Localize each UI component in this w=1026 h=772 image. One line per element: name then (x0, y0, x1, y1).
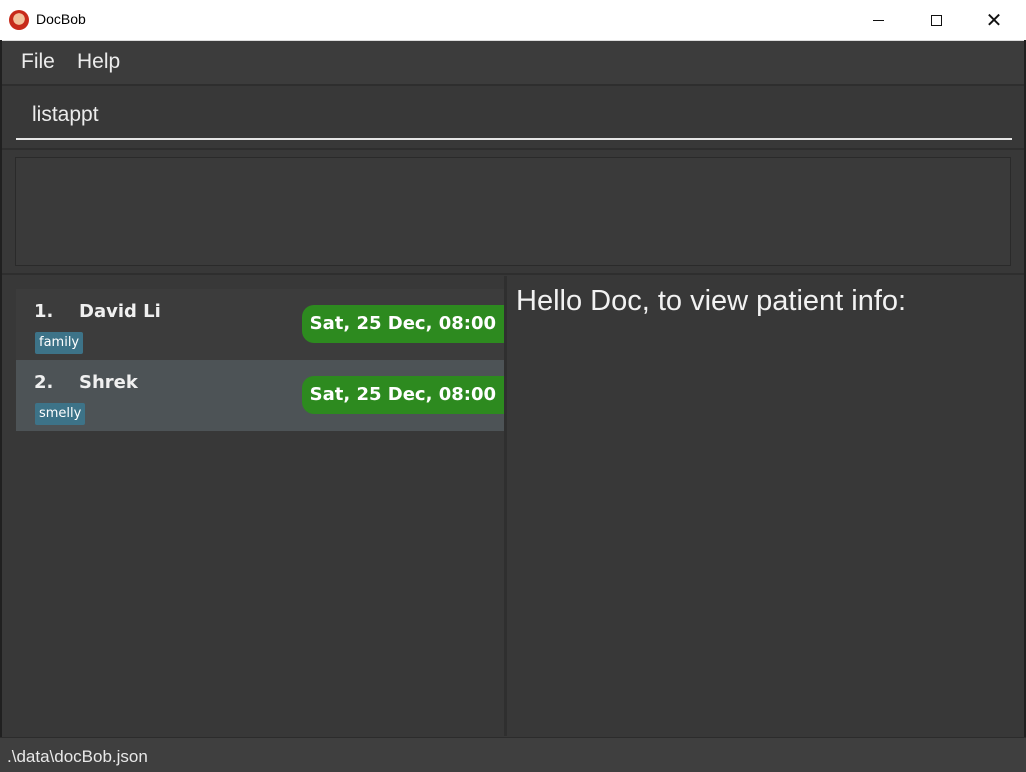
menu-bar: File Help (2, 41, 1024, 84)
patient-info-panel: Hello Doc, to view patient info: (507, 276, 1024, 736)
patient-tag: family (35, 332, 84, 354)
window-title: DocBob (36, 11, 86, 27)
result-display (15, 157, 1011, 266)
command-input[interactable] (16, 92, 1012, 140)
patient-index: 2. (34, 372, 54, 393)
title-bar: DocBob ✕ (0, 0, 1026, 41)
patient-list[interactable]: 1. David Li family Sat, 25 Dec, 08:00 2.… (2, 276, 504, 736)
appointment-badge: Sat, 25 Dec, 08:00 (301, 305, 504, 343)
info-message: Hello Doc, to view patient info: (516, 285, 907, 317)
close-icon: ✕ (985, 8, 1003, 32)
divider (2, 273, 1024, 275)
minimize-button[interactable] (849, 0, 907, 40)
maximize-button[interactable] (907, 0, 965, 40)
minimize-icon (872, 19, 884, 21)
patient-card[interactable]: 1. David Li family Sat, 25 Dec, 08:00 (16, 289, 504, 360)
maximize-icon (930, 14, 942, 26)
menu-file[interactable]: File (21, 50, 55, 74)
appointment-badge: Sat, 25 Dec, 08:00 (301, 376, 504, 414)
patient-index: 1. (34, 301, 54, 322)
status-bar: .\data\docBob.json (0, 737, 1026, 772)
patient-card[interactable]: 2. Shrek smelly Sat, 25 Dec, 08:00 (16, 360, 504, 431)
data-file-path: .\data\docBob.json (7, 747, 148, 766)
divider (2, 148, 1024, 150)
command-box (2, 86, 1024, 148)
patient-name: David Li (79, 301, 161, 322)
menu-help[interactable]: Help (77, 50, 120, 74)
patient-name: Shrek (79, 372, 138, 393)
patient-tag: smelly (35, 403, 86, 425)
close-button[interactable]: ✕ (965, 0, 1023, 40)
docbob-app-icon (9, 10, 29, 30)
